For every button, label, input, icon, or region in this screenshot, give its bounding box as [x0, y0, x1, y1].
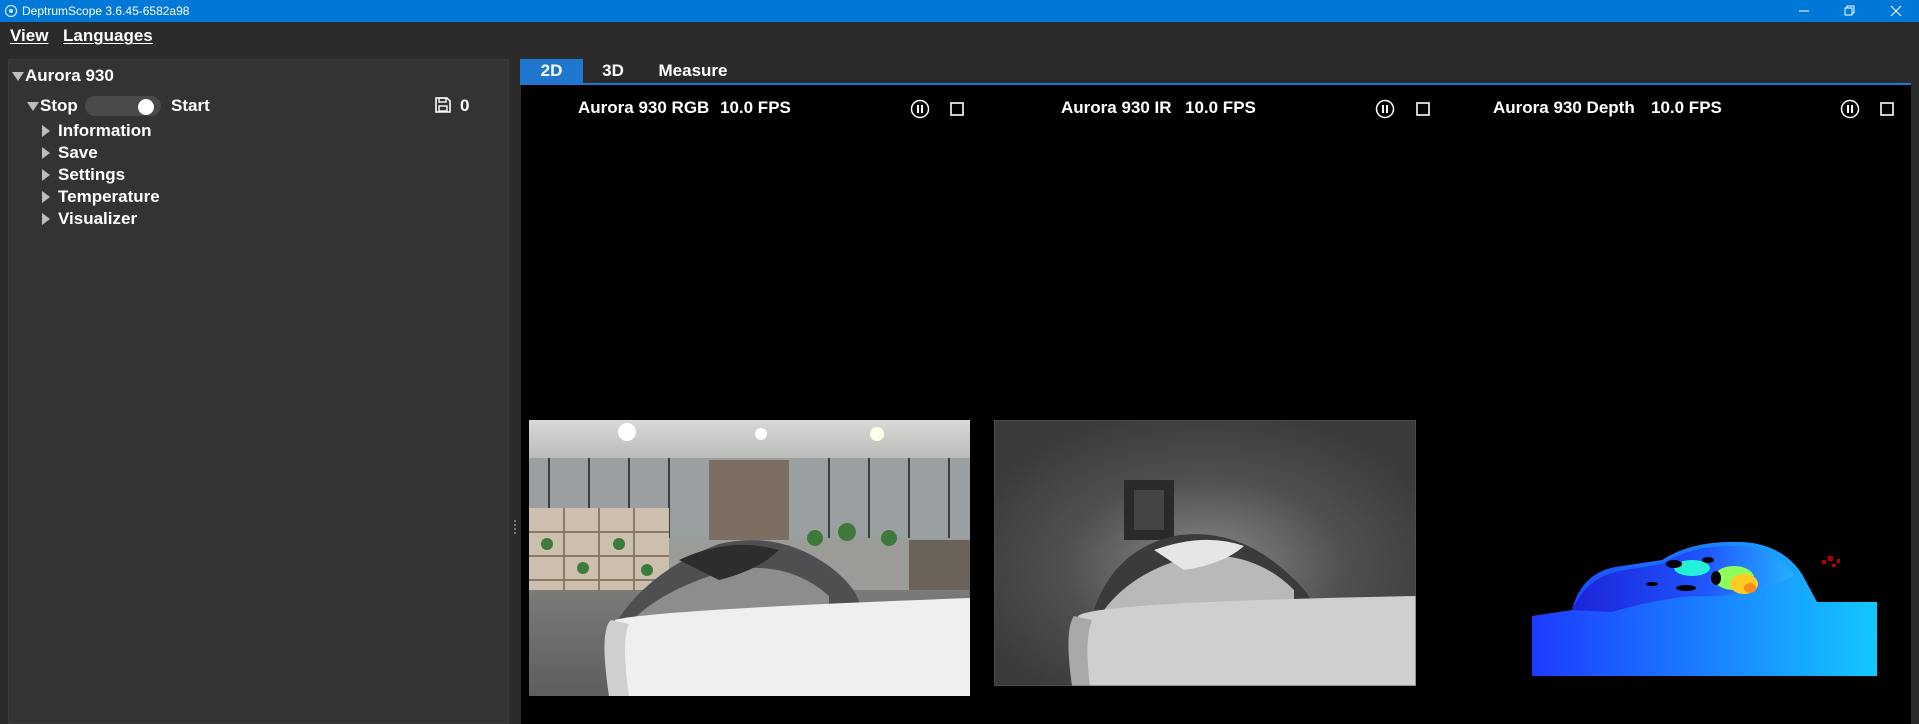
rgb-stream-fps: 10.0 FPS — [720, 98, 791, 117]
minimize-button[interactable] — [1781, 0, 1827, 22]
rgb-camera-image — [529, 420, 970, 696]
tab-2d[interactable]: 2D — [520, 59, 583, 83]
saved-count: 0 — [460, 96, 470, 115]
stop-icon[interactable] — [1877, 99, 1897, 119]
close-icon — [1890, 5, 1902, 17]
menu-languages[interactable]: Languages — [63, 26, 153, 46]
toggle-knob[interactable] — [138, 99, 154, 115]
ir-camera-image — [994, 420, 1416, 686]
pause-icon[interactable] — [910, 99, 930, 119]
chevron-right-icon[interactable] — [42, 125, 50, 137]
depth-colormap-image — [1532, 541, 1877, 676]
chevron-right-icon[interactable] — [42, 213, 50, 225]
window-title: DeptrumScope 3.6.45-6582a98 — [22, 4, 190, 18]
depth-stream-title: Aurora 930 Depth — [1493, 98, 1635, 117]
stop-icon[interactable] — [947, 99, 967, 119]
menu-view[interactable]: View — [10, 26, 48, 46]
save-icon[interactable] — [434, 96, 452, 114]
menu-bar: View Languages — [0, 22, 1919, 50]
maximize-button[interactable] — [1827, 0, 1873, 22]
section-temperature[interactable]: Temperature — [58, 187, 160, 207]
section-information[interactable]: Information — [58, 121, 152, 141]
rgb-stream-title: Aurora 930 RGB — [578, 98, 710, 117]
stop-icon[interactable] — [1413, 99, 1433, 119]
collapse-icon[interactable] — [27, 102, 39, 111]
section-visualizer[interactable]: Visualizer — [58, 209, 137, 229]
tab-measure[interactable]: Measure — [650, 59, 736, 83]
close-button[interactable] — [1873, 0, 1919, 22]
app-logo-icon — [4, 4, 18, 18]
chevron-right-icon[interactable] — [42, 169, 50, 181]
tab-3d[interactable]: 3D — [590, 59, 636, 83]
restore-icon — [1844, 5, 1855, 16]
collapse-icon[interactable] — [12, 72, 24, 81]
stop-label: Stop — [40, 96, 78, 115]
depth-stream-fps: 10.0 FPS — [1651, 98, 1722, 117]
pause-icon[interactable] — [1375, 99, 1395, 119]
title-bar: DeptrumScope 3.6.45-6582a98 — [0, 0, 1919, 22]
minimize-icon — [1799, 10, 1809, 12]
chevron-right-icon[interactable] — [42, 147, 50, 159]
start-label: Start — [171, 96, 210, 115]
device-name[interactable]: Aurora 930 — [25, 66, 114, 86]
ir-stream-title: Aurora 930 IR — [1061, 98, 1172, 117]
section-settings[interactable]: Settings — [58, 165, 125, 185]
ir-stream-fps: 10.0 FPS — [1185, 98, 1256, 117]
panel-splitter-handle[interactable] — [514, 520, 516, 536]
section-save[interactable]: Save — [58, 143, 98, 163]
chevron-right-icon[interactable] — [42, 191, 50, 203]
pause-icon[interactable] — [1840, 99, 1860, 119]
